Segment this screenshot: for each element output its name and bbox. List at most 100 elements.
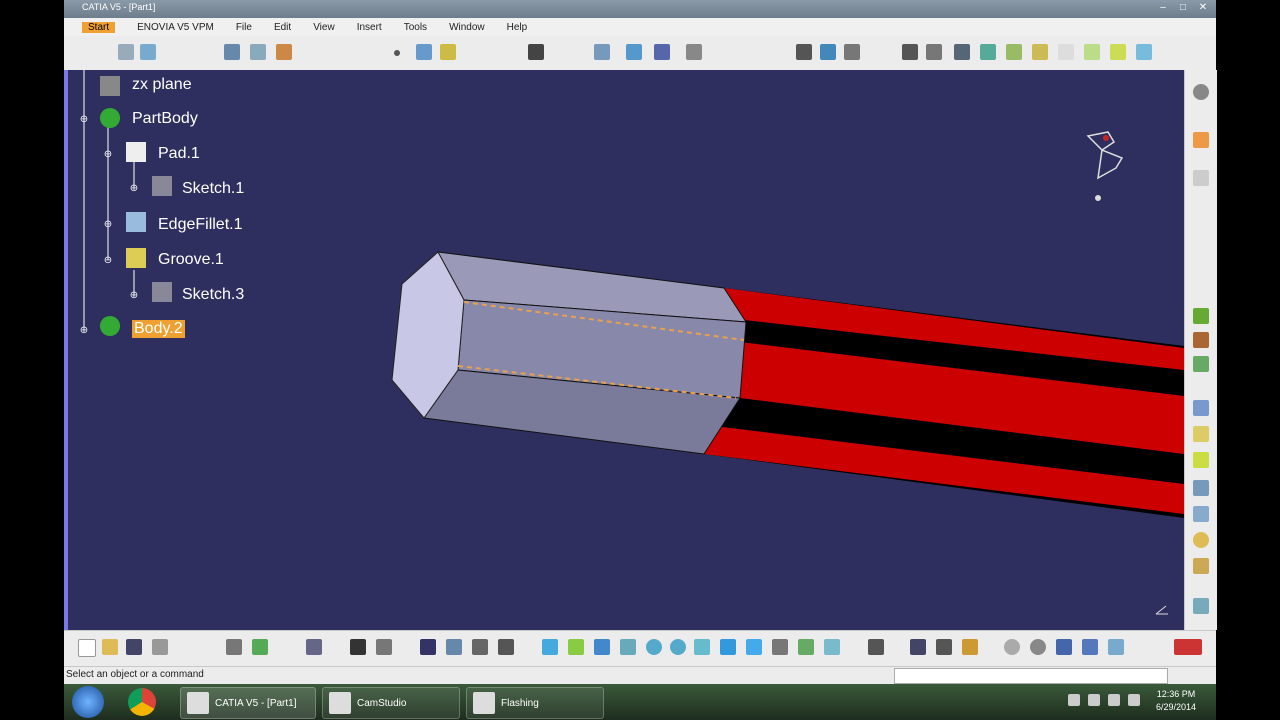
plane-icon[interactable]: [100, 76, 120, 96]
expand-sketch1-icon[interactable]: ⊕: [129, 184, 139, 194]
minimize-button[interactable]: –: [1156, 2, 1170, 14]
groove-icon[interactable]: [980, 44, 996, 60]
menu-window[interactable]: Window: [449, 22, 485, 33]
tray-arrow-icon[interactable]: [1068, 694, 1080, 706]
collapse-groove-icon[interactable]: ⊖: [103, 256, 113, 266]
maximize-button[interactable]: □: [1176, 2, 1190, 14]
zoom-in-icon[interactable]: [646, 639, 662, 655]
tree-item-sketch1[interactable]: Sketch.1: [182, 180, 244, 198]
tree-expand-icon[interactable]: [446, 639, 462, 655]
taskbar-camstudio[interactable]: CamStudio: [322, 687, 460, 719]
constraint-icon[interactable]: [594, 44, 610, 60]
scaling-icon[interactable]: [1193, 598, 1209, 614]
rib-icon[interactable]: [1032, 44, 1048, 60]
sew-surface-icon[interactable]: [1193, 480, 1209, 496]
layer-icon[interactable]: [868, 639, 884, 655]
partbody-icon[interactable]: [100, 108, 120, 128]
tree-item-sketch3[interactable]: Sketch.3: [182, 286, 244, 304]
collapse-partbody-icon[interactable]: ⊖: [79, 115, 89, 125]
menu-file[interactable]: File: [236, 22, 252, 33]
hide-show-icon[interactable]: [772, 639, 788, 655]
paste-icon[interactable]: [226, 639, 242, 655]
measure-icon[interactable]: [224, 44, 240, 60]
chrome-icon[interactable]: [128, 688, 156, 716]
formula-icon[interactable]: [350, 639, 366, 655]
groove-feature-icon[interactable]: [126, 248, 146, 268]
whats-this-icon[interactable]: [306, 639, 322, 655]
menu-help[interactable]: Help: [507, 22, 528, 33]
green-tool-1-icon[interactable]: [1193, 308, 1209, 324]
menu-insert[interactable]: Insert: [357, 22, 382, 33]
shaft-icon[interactable]: [954, 44, 970, 60]
undo-icon[interactable]: [252, 639, 268, 655]
knowledge-icon[interactable]: [376, 639, 392, 655]
green-tool-3-icon[interactable]: [1193, 356, 1209, 372]
shading-icon[interactable]: [746, 639, 762, 655]
menu-start[interactable]: Start: [82, 21, 116, 33]
apply-material-icon[interactable]: [276, 44, 292, 60]
tree-item-groove[interactable]: Groove.1: [158, 251, 224, 269]
sketcher-gear-icon[interactable]: [1193, 84, 1209, 100]
hole-icon[interactable]: [1006, 44, 1022, 60]
taskbar-flashing[interactable]: Flashing: [466, 687, 604, 719]
slot-icon[interactable]: [1058, 44, 1074, 60]
select-icon[interactable]: [118, 44, 134, 60]
close-button[interactable]: ✕: [1196, 2, 1210, 14]
grid-icon[interactable]: [654, 44, 670, 60]
thick-surface-icon[interactable]: [1193, 426, 1209, 442]
split-icon[interactable]: [1193, 400, 1209, 416]
tree-scroll-strip[interactable]: [64, 70, 68, 630]
pattern-icon[interactable]: [1193, 558, 1209, 574]
boolean-icon[interactable]: [140, 44, 156, 60]
search-icon[interactable]: [250, 44, 266, 60]
pad-icon[interactable]: [902, 44, 918, 60]
menu-view[interactable]: View: [313, 22, 335, 33]
normal-view-icon[interactable]: [694, 639, 710, 655]
workbench-icon[interactable]: [796, 44, 812, 60]
analysis-tool-icon[interactable]: [1108, 639, 1124, 655]
measure-between-icon[interactable]: [1082, 639, 1098, 655]
compass-reset-icon[interactable]: [1030, 639, 1046, 655]
link-icon[interactable]: [1004, 639, 1020, 655]
taskbar-catia[interactable]: CATIA V5 - [Part1]: [180, 687, 316, 719]
clock[interactable]: 12:36 PM 6/29/2014: [1156, 688, 1196, 714]
point-icon[interactable]: [394, 50, 400, 56]
tree-item-edgefillet[interactable]: EdgeFillet.1: [158, 216, 243, 234]
body-icon[interactable]: [100, 316, 120, 336]
sketcher-icon[interactable]: [820, 44, 836, 60]
new-icon[interactable]: [78, 639, 96, 657]
print-icon[interactable]: [152, 639, 168, 655]
plane-icon[interactable]: [440, 44, 456, 60]
fly-mode-icon[interactable]: [472, 639, 488, 655]
zoom-out-icon[interactable]: [670, 639, 686, 655]
sketch-icon[interactable]: [152, 176, 172, 196]
menu-edit[interactable]: Edit: [274, 22, 291, 33]
open-icon[interactable]: [102, 639, 118, 655]
sketch-plane-icon[interactable]: [1193, 170, 1209, 186]
green-tool-2-icon[interactable]: [1193, 332, 1209, 348]
close-surface-icon[interactable]: [1193, 452, 1209, 468]
pan-icon[interactable]: [568, 639, 584, 655]
start-orb-icon[interactable]: [72, 686, 104, 718]
fillet-icon[interactable]: [1084, 44, 1100, 60]
chamfer-icon[interactable]: [1110, 44, 1126, 60]
tree-item-pad[interactable]: Pad.1: [158, 145, 200, 163]
tree-item-partbody[interactable]: PartBody: [132, 110, 198, 128]
fit-all-icon[interactable]: [542, 639, 558, 655]
compass-icon[interactable]: [1086, 131, 1124, 201]
collapse-pad-icon[interactable]: ⊖: [103, 150, 113, 160]
pad-feature-icon[interactable]: [126, 142, 146, 162]
expand-sketch3-icon[interactable]: ⊕: [129, 291, 139, 301]
update-icon[interactable]: [936, 639, 952, 655]
menu-enovia[interactable]: ENOVIA V5 VPM: [137, 22, 214, 33]
analysis-icon[interactable]: [626, 44, 642, 60]
exit-workbench-icon[interactable]: [844, 44, 860, 60]
expand-body2-icon[interactable]: ⊕: [79, 326, 89, 336]
mirror-icon[interactable]: [1193, 532, 1209, 548]
command-input[interactable]: [894, 668, 1168, 684]
swap-space-icon[interactable]: [798, 639, 814, 655]
catalog-icon[interactable]: [420, 639, 436, 655]
apply-property-icon[interactable]: [910, 639, 926, 655]
sketch-icon[interactable]: [152, 282, 172, 302]
tree-item-zx-plane[interactable]: zx plane: [132, 76, 192, 94]
